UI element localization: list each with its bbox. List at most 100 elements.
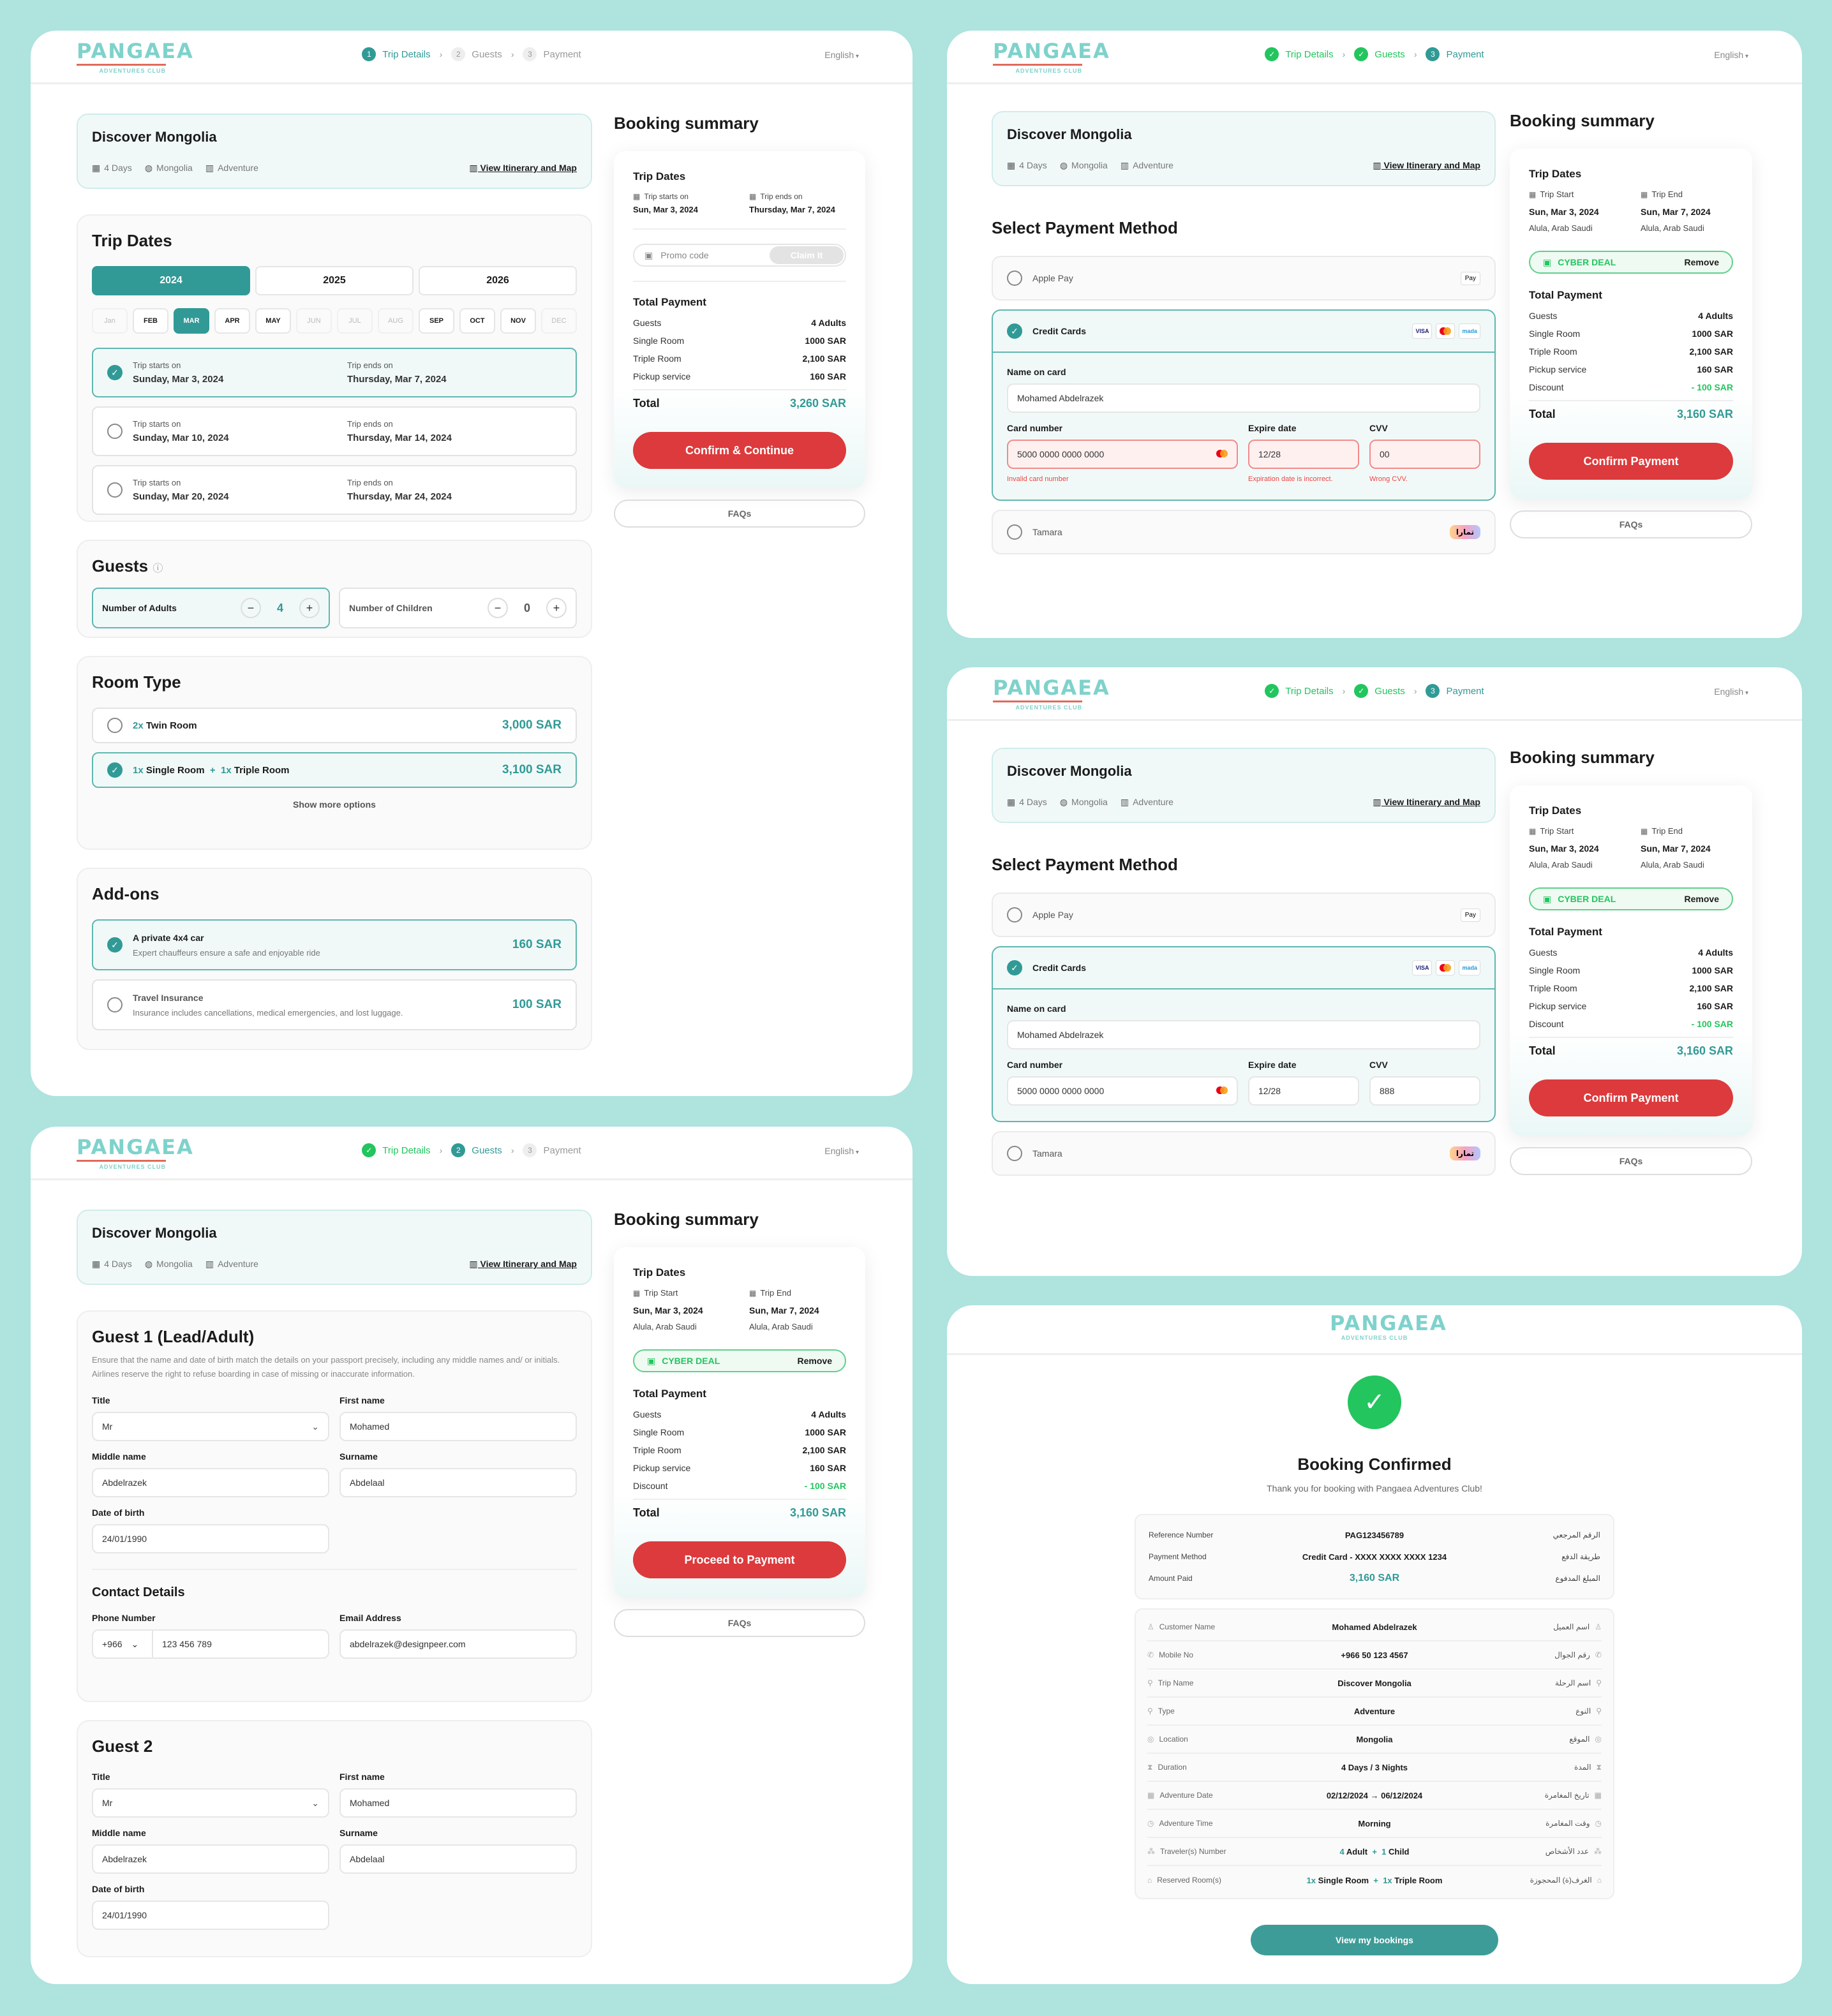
radio[interactable] [1007,907,1022,923]
step-trip-details[interactable]: 1 Trip Details [362,47,431,61]
addon-option[interactable]: Travel Insurance Insurance includes cance… [92,979,577,1030]
step-payment[interactable]: 3 Payment [523,47,581,61]
radio-checked[interactable]: ✓ [107,365,123,380]
payment-option-tamara[interactable]: Tamara تمارا [992,1131,1496,1176]
name-on-card-field[interactable]: Mohamed Abdelrazek [1007,1020,1480,1049]
proceed-to-payment-button[interactable]: Proceed to Payment [633,1541,846,1578]
faqs-button[interactable]: FAQs [614,500,865,528]
radio[interactable] [1007,271,1022,286]
language-select[interactable]: English [824,1146,859,1156]
phone-field[interactable]: +966 ⌄ 123 456 789 [92,1629,329,1659]
month-tab[interactable]: FEB [133,308,168,334]
card-number-field[interactable]: 5000 0000 0000 0000 [1007,1076,1238,1106]
middle-name-field[interactable]: Abdelrazek [92,1844,329,1874]
radio[interactable] [107,424,123,439]
addon-option[interactable]: ✓ A private 4x4 car Expert chauffeurs ens… [92,919,577,970]
country-code-select[interactable]: +966 ⌄ [93,1631,153,1657]
language-select[interactable]: English [824,50,859,60]
claim-button[interactable]: Claim It [770,246,844,264]
dob-field[interactable]: 24/01/1990 [92,1524,329,1553]
remove-promo-button[interactable]: Remove [1685,257,1719,267]
view-itinerary-link[interactable]: ▥ View Itinerary and Map [1373,797,1480,808]
expiry-field[interactable]: 12/28 [1248,440,1359,469]
card-number-field[interactable]: 5000 0000 0000 0000 [1007,440,1238,469]
step-guests[interactable]: ✓ Guests [1354,684,1405,698]
logo[interactable]: PANGAEA ADVENTURES CLUB [1330,1312,1446,1341]
middle-name-field[interactable]: Abdelrazek [92,1468,329,1497]
step-guests[interactable]: 2 Guests [451,47,502,61]
increment-button[interactable]: + [546,598,567,618]
room-option[interactable]: ✓ 1x Single Room + 1x Triple Room 3,100 … [92,752,577,788]
decrement-button[interactable]: − [488,598,508,618]
language-select[interactable]: English [1714,686,1748,697]
month-tab[interactable]: MAR [174,308,209,334]
view-my-bookings-button[interactable]: View my bookings [1251,1925,1498,1955]
step-trip-details[interactable]: ✓ Trip Details [362,1143,431,1157]
year-tab[interactable]: 2026 [419,266,577,295]
name-on-card-field[interactable]: Mohamed Abdelrazek [1007,383,1480,413]
radio-checked[interactable]: ✓ [107,762,123,778]
decrement-button[interactable]: − [241,598,261,618]
cvv-field[interactable]: 00 [1369,440,1480,469]
remove-promo-button[interactable]: Remove [1685,894,1719,904]
first-name-field[interactable]: Mohamed [339,1788,577,1818]
promo-code-input[interactable]: ▣ Promo code Claim It [633,244,846,267]
duration: ▦ 4 Days [92,163,132,173]
payment-option-tamara[interactable]: Tamara تمارا [992,510,1496,554]
title-select[interactable]: Mr ⌄ [92,1412,329,1441]
year-tab[interactable]: 2024 [92,266,250,295]
radio[interactable] [1007,1146,1022,1161]
radio-checked[interactable]: ✓ [107,937,123,952]
language-select[interactable]: English [1714,50,1748,60]
radio[interactable] [107,718,123,733]
email-field[interactable]: abdelrazek@designpeer.com [339,1629,577,1659]
radio-checked[interactable]: ✓ [1007,960,1022,975]
radio[interactable] [1007,524,1022,540]
step-guests[interactable]: 2 Guests [451,1143,502,1157]
step-payment[interactable]: 3 Payment [1426,47,1484,61]
dob-field[interactable]: 24/01/1990 [92,1901,329,1930]
month-tab[interactable]: MAY [255,308,291,334]
date-option[interactable]: Trip starts on Sunday, Mar 20, 2024 Trip … [92,465,577,515]
step-payment[interactable]: 3 Payment [1426,684,1484,698]
help-icon[interactable]: ⓘ [153,563,163,574]
step-guests[interactable]: ✓ Guests [1354,47,1405,61]
increment-button[interactable]: + [299,598,320,618]
radio[interactable] [107,482,123,498]
show-more-options-button[interactable]: Show more options [92,799,577,810]
faqs-button[interactable]: FAQs [1510,510,1752,538]
confirm-payment-button[interactable]: Confirm Payment [1529,1079,1733,1116]
view-itinerary-link[interactable]: ▥ View Itinerary and Map [469,1259,577,1270]
month-tab[interactable]: NOV [500,308,536,334]
radio[interactable] [107,997,123,1012]
radio-checked[interactable]: ✓ [1007,323,1022,339]
remove-promo-button[interactable]: Remove [798,1356,832,1366]
view-itinerary-link[interactable]: ▥ View Itinerary and Map [469,163,577,174]
total-row: Total 3,160 SAR [1529,400,1733,421]
promo-applied: ▣ CYBER DEAL Remove [633,1349,846,1372]
confirm-payment-button[interactable]: Confirm Payment [1529,443,1733,480]
surname-field[interactable]: Abdelaal [339,1844,577,1874]
step-trip-details[interactable]: ✓ Trip Details [1265,684,1334,698]
confirm-continue-button[interactable]: Confirm & Continue [633,432,846,469]
cvv-field[interactable]: 888 [1369,1076,1480,1106]
step-trip-details[interactable]: ✓ Trip Details [1265,47,1334,61]
month-tab[interactable]: OCT [459,308,495,334]
faqs-button[interactable]: FAQs [614,1609,865,1637]
detail-row: ⁂ Traveler(s) Number 4 Adult + 1 Child عدد … [1147,1838,1602,1866]
faqs-button[interactable]: FAQs [1510,1147,1752,1175]
expiry-field[interactable]: 12/28 [1248,1076,1359,1106]
room-option[interactable]: 2x Twin Room 3,000 SAR [92,708,577,743]
payment-option-apple-pay[interactable]: Apple Pay Pay [992,893,1496,937]
date-option[interactable]: ✓ Trip starts on Sunday, Mar 3, 2024 Trip… [92,348,577,397]
first-name-field[interactable]: Mohamed [339,1412,577,1441]
surname-field[interactable]: Abdelaal [339,1468,577,1497]
month-tab[interactable]: APR [214,308,250,334]
step-payment[interactable]: 3 Payment [523,1143,581,1157]
view-itinerary-link[interactable]: ▥ View Itinerary and Map [1373,160,1480,171]
year-tab[interactable]: 2025 [255,266,413,295]
month-tab[interactable]: SEP [419,308,454,334]
date-option[interactable]: Trip starts on Sunday, Mar 10, 2024 Trip … [92,406,577,456]
title-select[interactable]: Mr ⌄ [92,1788,329,1818]
payment-option-apple-pay[interactable]: Apple Pay Pay [992,256,1496,300]
